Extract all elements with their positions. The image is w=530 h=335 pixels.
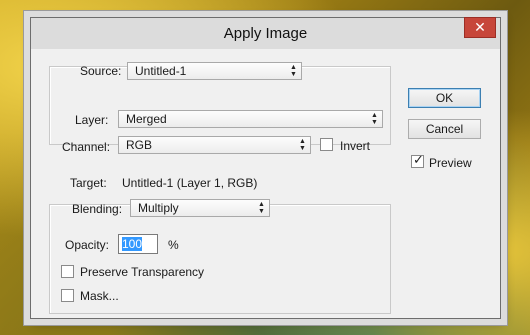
layer-value: Merged [126, 112, 167, 126]
invert-label: Invert [340, 139, 371, 153]
target-label: Target: [70, 176, 107, 190]
layer-select[interactable]: Merged ▲ ▼ [118, 110, 383, 128]
cancel-label: Cancel [425, 122, 464, 136]
ok-button[interactable]: OK [408, 88, 481, 108]
target-value: Untitled-1 (Layer 1, RGB) [122, 176, 258, 190]
layer-label: Layer: [75, 113, 109, 127]
channel-value: RGB [126, 138, 153, 152]
preserve-transparency-label: Preserve Transparency [80, 265, 205, 279]
dialog-title: Apply Image [223, 25, 308, 42]
source-label: Source: [80, 64, 122, 78]
channel-select[interactable]: RGB ▲ ▼ [118, 136, 311, 154]
updown-arrow-icon: ▲ ▼ [371, 112, 378, 126]
updown-arrow-icon: ▲ ▼ [299, 138, 306, 152]
channel-label: Channel: [62, 140, 111, 154]
apply-image-dialog: Apply Image ✕ Source: Untitled-1 ▲ ▼ Laye… [30, 17, 501, 319]
blending-select[interactable]: Multiply ▲ ▼ [130, 199, 270, 217]
preview-label: Preview [429, 156, 472, 170]
blending-label: Blending: [72, 202, 123, 216]
close-button[interactable]: ✕ [464, 17, 496, 38]
preserve-transparency-checkbox[interactable] [61, 265, 74, 278]
mask-checkbox[interactable] [61, 289, 74, 302]
updown-arrow-icon: ▲ ▼ [290, 64, 297, 78]
source-value: Untitled-1 [135, 64, 187, 78]
opacity-input[interactable]: 100 [118, 234, 158, 254]
opacity-unit: % [168, 238, 179, 252]
ok-label: OK [435, 91, 454, 105]
opacity-label: Opacity: [65, 238, 110, 252]
dialog-body: Source: Untitled-1 ▲ ▼ Layer: Merged ▲ ▼ C… [31, 49, 500, 318]
source-select[interactable]: Untitled-1 ▲ ▼ [127, 62, 302, 80]
invert-checkbox[interactable] [320, 138, 333, 151]
mask-label: Mask... [80, 289, 119, 303]
blending-value: Multiply [138, 201, 179, 215]
close-icon: ✕ [474, 19, 486, 35]
preview-checkbox[interactable] [411, 153, 424, 168]
title-bar[interactable]: Apply Image ✕ [31, 17, 500, 49]
cancel-button[interactable]: Cancel [408, 119, 481, 139]
opacity-value: 100 [122, 237, 143, 251]
updown-arrow-icon: ▲ ▼ [258, 201, 265, 215]
